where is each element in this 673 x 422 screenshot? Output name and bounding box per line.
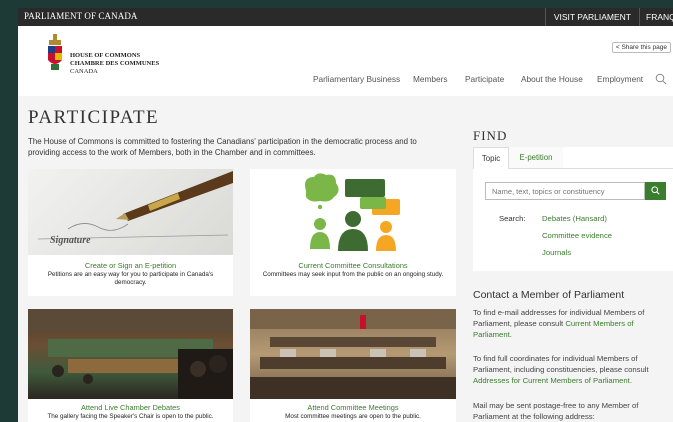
card-committee-meetings[interactable]: Attend Committee Meetings Most committee… [250, 309, 456, 422]
parliament-brand-link[interactable]: PARLIAMENT OF CANADA [24, 11, 138, 21]
card-meetings-image [250, 309, 456, 399]
contact-p2-end: . [629, 376, 632, 385]
main-content: PARTICIPATE The House of Commons is comm… [18, 96, 673, 422]
logo-text[interactable]: HOUSE OF COMMONS CHAMBRE DES COMMUNES CA… [70, 52, 159, 76]
house-of-commons-crest-icon[interactable] [46, 34, 64, 72]
logo-line-2: CHAMBRE DES COMMUNES [70, 60, 160, 67]
tab-divider [563, 168, 673, 169]
search-icon [651, 186, 660, 195]
tab-epetition[interactable]: E-petition [509, 147, 563, 169]
page-intro: The House of Commons is committed to fos… [28, 137, 417, 157]
find-title: FIND [473, 128, 508, 143]
nav-members[interactable]: Members [413, 74, 448, 84]
link-journals[interactable]: Journals [542, 248, 571, 257]
link-member-addresses[interactable]: Addresses for Current Members of Parliam… [473, 376, 630, 385]
share-label: Share this page [621, 44, 667, 51]
find-search-input[interactable] [485, 182, 645, 200]
share-this-page-button[interactable]: < Share this page [611, 42, 671, 53]
nav-employment[interactable]: Employment [597, 74, 643, 84]
logo-line-1: HOUSE OF COMMONS [70, 52, 141, 59]
search-label: Search: [499, 214, 526, 223]
card-epetition[interactable]: Signature Create or Sign an E-petition P… [28, 169, 233, 296]
contact-p1-end: . [509, 330, 512, 339]
card-consultations-title[interactable]: Current Committee Consultations [250, 261, 456, 270]
search-icon[interactable] [655, 73, 667, 85]
contact-paragraph-2: To find full coordinates for individual … [473, 353, 673, 386]
card-epetition-image: Signature [28, 169, 233, 255]
site-header: HOUSE OF COMMONS CHAMBRE DES COMMUNES CA… [18, 26, 673, 96]
chamber-illustration [28, 309, 233, 399]
nav-participate[interactable]: Participate [465, 74, 504, 84]
card-chamber-image [28, 309, 233, 399]
card-chamber-title[interactable]: Attend Live Chamber Debates [28, 403, 233, 412]
nav-parliamentary-business[interactable]: Parliamentary Business [313, 74, 400, 84]
card-meetings-desc: Most committee meetings are open to the … [285, 413, 421, 420]
top-bar: PARLIAMENT OF CANADA VISIT PARLIAMENT FR… [18, 8, 673, 26]
card-chamber-debates[interactable]: Attend Live Chamber Debates The gallery … [28, 309, 233, 422]
link-debates-hansard[interactable]: Debates (Hansard) [542, 214, 607, 223]
tab-topic[interactable]: Topic [473, 147, 509, 169]
card-consultations-desc: Committees may seek input from the publi… [262, 271, 444, 278]
card-committee-consultations[interactable]: Current Committee Consultations Committe… [250, 169, 456, 296]
committee-room-illustration [250, 309, 456, 399]
contact-paragraph-3: Mail may be sent postage-free to any Mem… [473, 401, 639, 421]
share-icon: < [615, 44, 620, 51]
contact-paragraph-1: To find e-mail addresses for individual … [473, 307, 673, 340]
page-title: PARTICIPATE [28, 107, 160, 128]
nav-about-the-house[interactable]: About the House [521, 74, 583, 84]
contact-title: Contact a Member of Parliament [473, 289, 625, 301]
card-epetition-desc: Petitions are an easy way for you to par… [47, 271, 214, 286]
contact-p2-text: To find full coordinates for individual … [473, 354, 649, 374]
find-panel: Topic E-petition Search: Debates (Hansar… [473, 147, 673, 271]
logo-line-3: CANADA [70, 68, 98, 75]
card-consultations-image [250, 169, 456, 255]
signature-text: Signature [50, 235, 91, 246]
language-toggle-link[interactable]: FRANÇAIS [639, 8, 673, 26]
card-chamber-desc: The gallery facing the Speaker's Chair i… [47, 413, 214, 420]
visit-parliament-link[interactable]: VISIT PARLIAMENT [544, 8, 639, 26]
find-search-button[interactable] [645, 182, 666, 200]
link-committee-evidence[interactable]: Committee evidence [542, 231, 612, 240]
card-epetition-title[interactable]: Create or Sign an E-petition [28, 261, 233, 270]
card-meetings-title[interactable]: Attend Committee Meetings [250, 403, 456, 412]
people-speech-illustration [305, 173, 400, 251]
